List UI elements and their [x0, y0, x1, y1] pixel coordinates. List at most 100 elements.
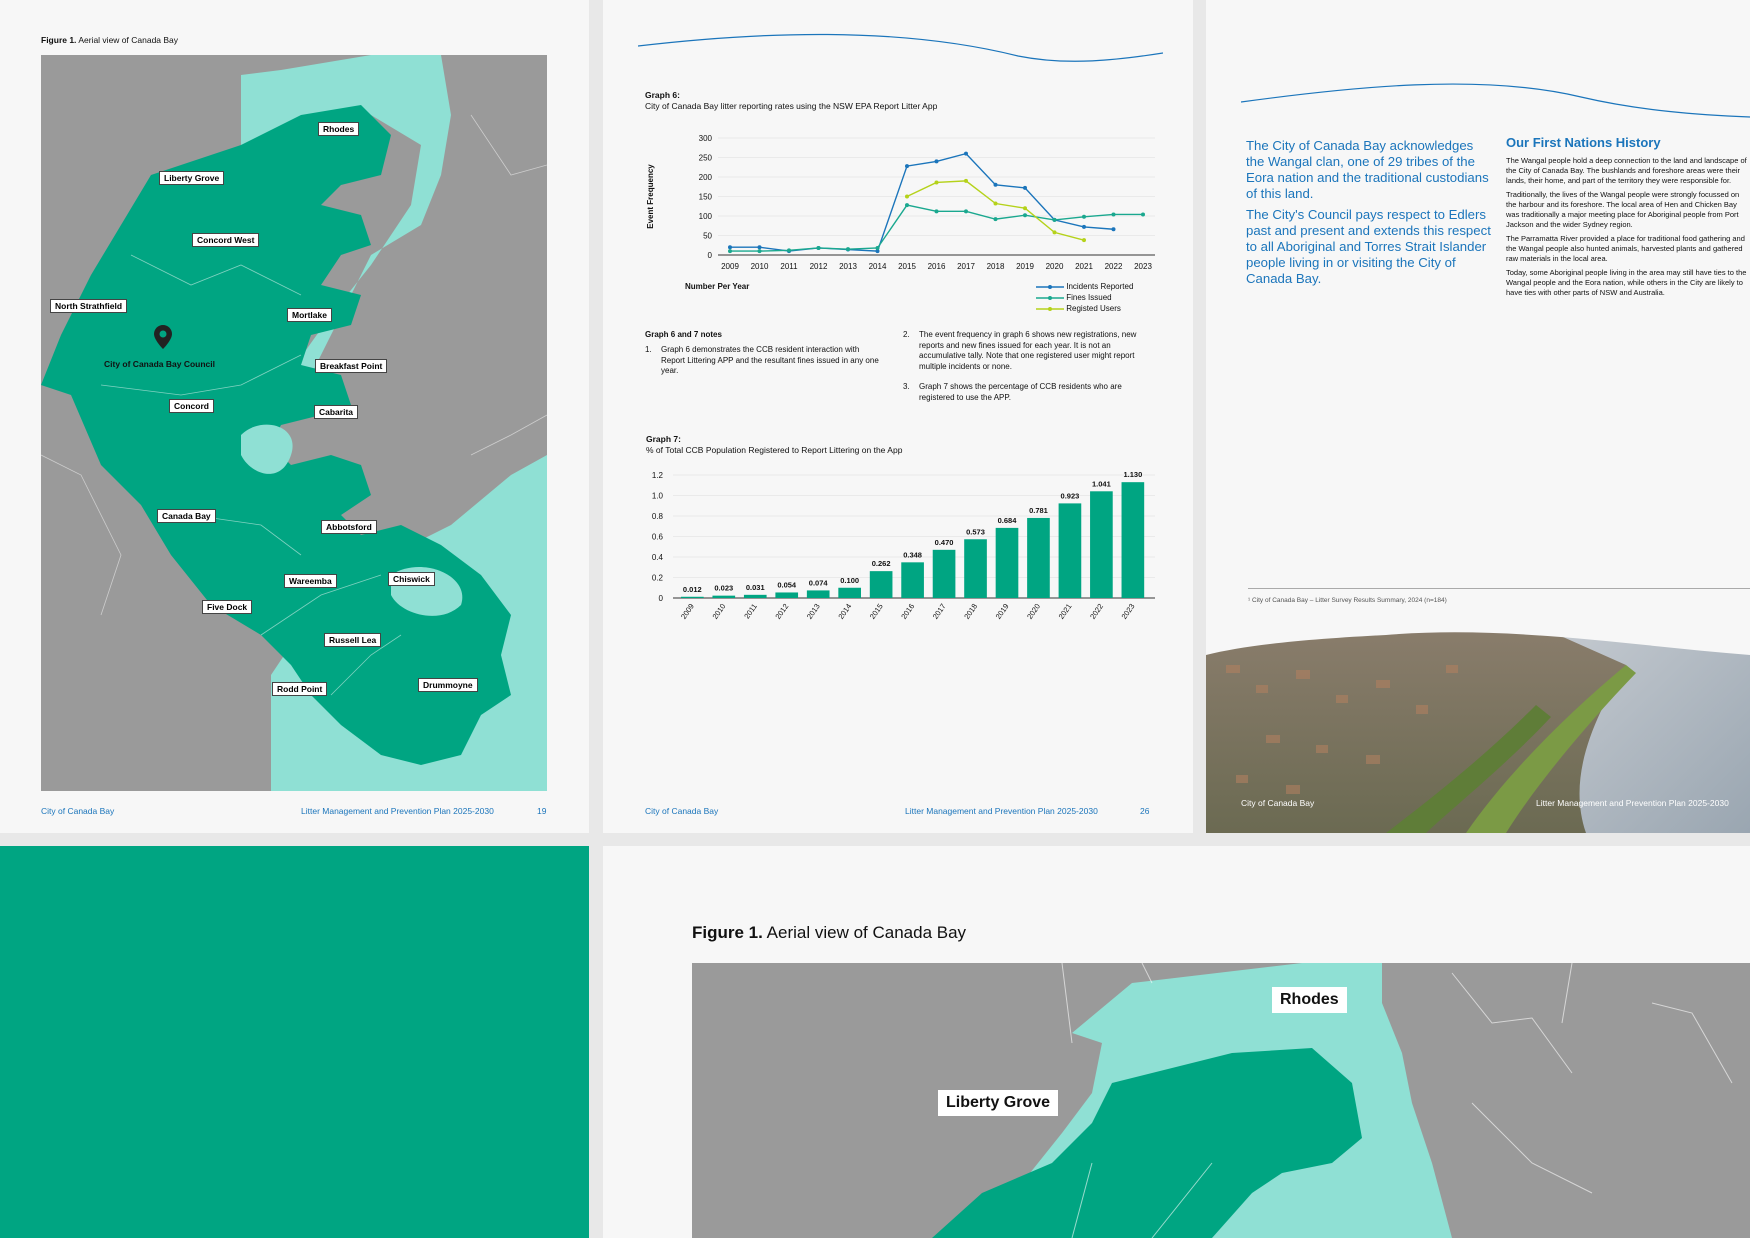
x-tick-label: 2014 [836, 602, 853, 621]
x-tick-label: 2013 [839, 262, 857, 271]
legend-label: Fines Issued [1066, 293, 1112, 302]
map-label-mortlake: Mortlake [287, 308, 332, 322]
y-tick-label: 0.2 [652, 574, 664, 583]
map-label-russell-lea: Russell Lea [324, 633, 382, 647]
map-label-five-dock: Five Dock [202, 600, 253, 614]
bar-value-label: 0.684 [998, 516, 1018, 525]
x-tick-label: 2022 [1105, 262, 1123, 271]
graph7-bar-chart: 0 0.2 0.4 0.6 0.8 1.0 1.2 0.012 2009 0.023 2010 0.0… [652, 470, 1155, 621]
x-tick-label: 2023 [1120, 602, 1137, 621]
data-point [905, 194, 909, 199]
data-point [1082, 224, 1086, 229]
x-tick-label: 2011 [780, 262, 798, 271]
bar [1027, 517, 1050, 598]
map-label-drummoyne: Drummoyne [418, 678, 478, 692]
data-point [816, 245, 821, 250]
bar-value-label: 0.031 [746, 583, 765, 592]
legend-fines: Fines Issued [1036, 293, 1112, 302]
x-tick-label: 2012 [773, 602, 790, 621]
data-point [934, 159, 939, 164]
x-tick-label: 2016 [928, 262, 946, 271]
y-tick-label: 0.4 [652, 553, 664, 562]
x-tick-label: 2018 [987, 262, 1005, 271]
page-map-zoomed: Figure 1. Aerial view of Canada Bay Rhod… [603, 846, 1750, 1238]
bar-value-label: 1.041 [1092, 479, 1111, 488]
figure-caption: Figure 1. Aerial view of Canada Bay [692, 923, 967, 942]
y-tick-label: 0.6 [652, 533, 664, 542]
bar-value-label: 0.262 [872, 559, 891, 568]
y-tick-label: 250 [699, 154, 713, 163]
map-label-canada-bay: Canada Bay [157, 509, 216, 523]
bar [806, 590, 830, 598]
data-point [905, 203, 909, 208]
x-tick-label: 2015 [868, 602, 885, 621]
data-point [757, 249, 762, 254]
x-tick-label: 2022 [1088, 602, 1105, 621]
data-point [905, 164, 909, 169]
y-tick-label: 0.8 [652, 512, 664, 521]
x-tick-label: 2009 [721, 262, 739, 271]
bar [995, 527, 1019, 598]
decorative-wave [638, 33, 1163, 62]
footnote: ¹ City of Canada Bay – Litter Survey Res… [1248, 597, 1447, 604]
data-point [934, 209, 939, 214]
map-label-abbotsford: Abbotsford [321, 520, 377, 534]
data-point [993, 201, 998, 206]
ack-paragraph-2: The City's Council pays respect to Edler… [1246, 207, 1491, 286]
x-tick-label: 2012 [810, 262, 828, 271]
y-axis-label: Event Frequency [646, 164, 655, 229]
data-point [964, 178, 968, 183]
legend-label: Registed Users [1066, 304, 1121, 313]
bar-value-label: 0.100 [840, 576, 859, 585]
bar [901, 562, 924, 598]
legend-label: Incidents Reported [1066, 282, 1134, 291]
bar [838, 587, 861, 598]
x-tick-label: 2021 [1075, 262, 1093, 271]
bar-value-label: 0.923 [1061, 491, 1080, 500]
footer-left: City of Canada Bay [1241, 798, 1315, 808]
footer-right: Litter Management and Prevention Plan 20… [1536, 798, 1729, 808]
x-tick-label: 2011 [742, 602, 759, 620]
map-label-rhodes: Rhodes [1272, 987, 1347, 1013]
history-paragraph: Traditionally, the lives of the Wangal p… [1506, 190, 1740, 229]
bar [681, 596, 704, 598]
y-tick-label: 0 [708, 251, 713, 260]
history-paragraph: The Parramatta River provided a place fo… [1506, 234, 1745, 263]
map-label-liberty-grove: Liberty Grove [938, 1090, 1059, 1116]
x-tick-label: 2018 [962, 602, 979, 621]
bar-value-label: 0.573 [966, 527, 985, 536]
data-point [934, 180, 939, 185]
graph-notes: Graph 6 and 7 notes 1. Graph 6 demonstrat… [645, 330, 1137, 402]
map-label-council: City of Canada Bay Council [104, 359, 215, 369]
data-point [1111, 227, 1116, 232]
data-point [993, 182, 998, 187]
page-acknowledgement: The City of Canada Bay acknowledges the … [1206, 0, 1750, 833]
bar [964, 539, 987, 598]
y-tick-label: 200 [699, 173, 713, 182]
figure-caption: Figure 1. Aerial view of Canada Bay [41, 35, 179, 45]
x-axis-label: Number Per Year [685, 282, 749, 291]
y-tick-label: 1.2 [652, 471, 664, 480]
data-point [846, 247, 850, 252]
x-tick-label: 2016 [899, 602, 916, 621]
bar-value-label: 0.781 [1029, 506, 1048, 515]
bar [1058, 503, 1082, 598]
map-label-cabarita: Cabarita [314, 405, 359, 419]
data-point [1023, 213, 1027, 218]
footer-center: Litter Management and Prevention Plan 20… [905, 806, 1098, 816]
bar [1121, 482, 1145, 598]
footer-left: City of Canada Bay [645, 806, 719, 816]
legend-users: Registed Users [1036, 304, 1121, 313]
x-tick-label: 2017 [931, 602, 948, 621]
map-label-breakfast-point: Breakfast Point [315, 359, 388, 373]
series-line [730, 152, 1114, 252]
legend-incidents: Incidents Reported [1036, 282, 1133, 291]
x-tick-label: 2021 [1057, 602, 1074, 621]
x-tick-label: 2023 [1134, 262, 1152, 271]
data-point [964, 151, 968, 156]
y-tick-label: 100 [699, 212, 713, 221]
data-point [728, 249, 732, 254]
y-tick-label: 50 [703, 232, 712, 241]
map-label-rodd-point: Rodd Point [272, 682, 328, 696]
map-label-liberty-grove: Liberty Grove [159, 171, 225, 185]
